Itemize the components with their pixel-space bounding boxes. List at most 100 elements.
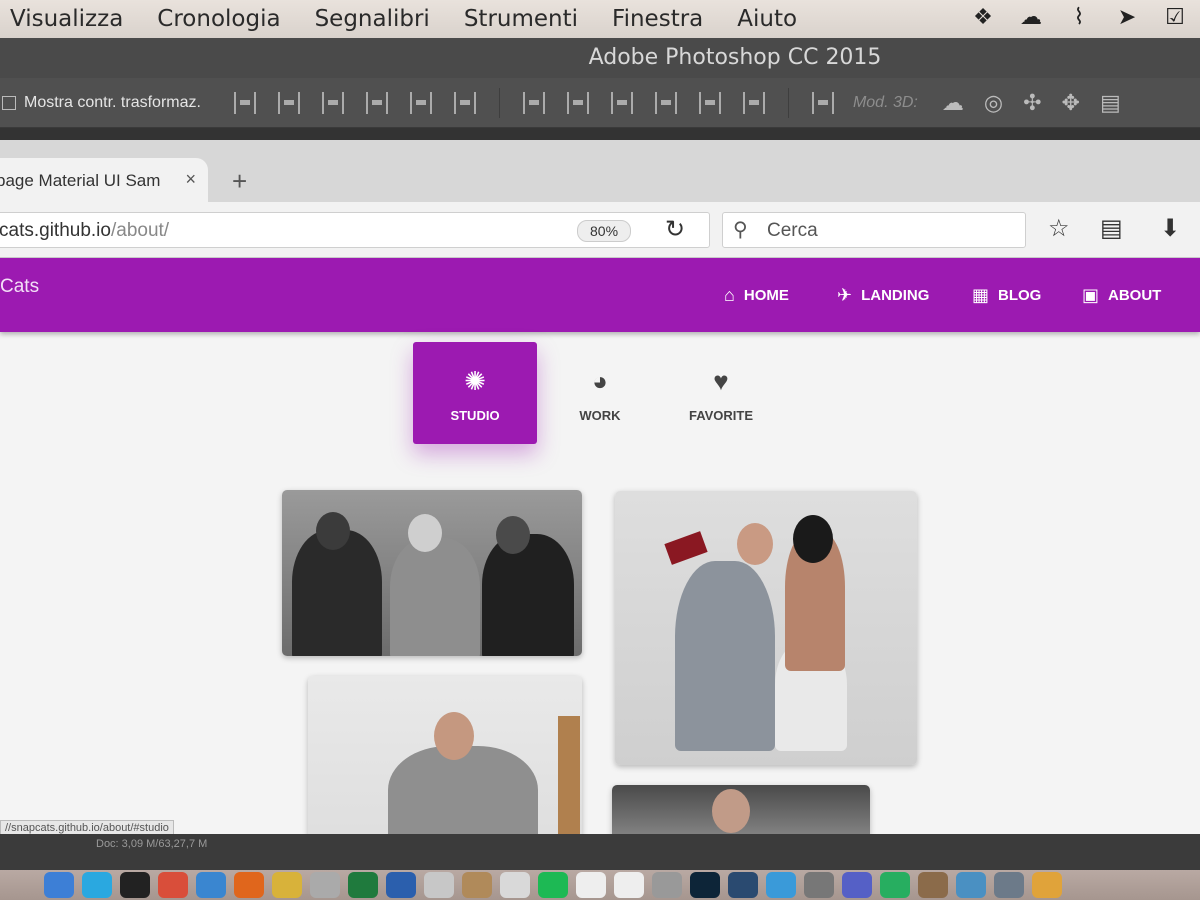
- site-brand[interactable]: Cats: [0, 276, 39, 298]
- browser-tab-bar: page Material UI Sam × +: [0, 140, 1200, 202]
- tab-work-label: WORK: [579, 408, 621, 423]
- download-icon[interactable]: ⬇: [1160, 214, 1180, 243]
- app-icon[interactable]: [652, 872, 682, 898]
- menu-aiuto[interactable]: Aiuto: [737, 6, 797, 32]
- tab-studio[interactable]: ✺ STUDIO: [413, 342, 537, 444]
- cloud-sync-icon[interactable]: ☁: [1016, 4, 1046, 30]
- photo-head: [434, 712, 474, 760]
- app-icon[interactable]: [424, 872, 454, 898]
- slide-3d-icon[interactable]: ✥: [1062, 90, 1080, 116]
- gallery-photo[interactable]: [612, 785, 870, 834]
- dropbox-icon[interactable]: ❖: [968, 4, 998, 30]
- word-icon[interactable]: [386, 872, 416, 898]
- menu-extras: ❖ ☁ ⌇ ➤ ☑: [968, 4, 1190, 30]
- nav-about[interactable]: ▣ ABOUT: [1082, 285, 1161, 306]
- gallery-photo[interactable]: [615, 491, 917, 765]
- firefox-icon[interactable]: [234, 872, 264, 898]
- safari-icon[interactable]: [196, 872, 226, 898]
- terminal-icon[interactable]: [120, 872, 150, 898]
- heart-icon: ♥: [713, 366, 729, 396]
- app-icon[interactable]: [158, 872, 188, 898]
- reading-list-icon[interactable]: ▤: [1100, 214, 1123, 243]
- app-icon[interactable]: [804, 872, 834, 898]
- chrome-icon[interactable]: [272, 872, 302, 898]
- orbit-3d-icon[interactable]: ☁: [942, 90, 964, 116]
- photo-head: [408, 514, 442, 552]
- arrow-app-icon[interactable]: ➤: [1112, 4, 1142, 30]
- align-hcenter-icon[interactable]: [409, 91, 432, 114]
- app-icon[interactable]: [310, 872, 340, 898]
- app-icon[interactable]: [614, 872, 644, 898]
- photo-head: [496, 516, 530, 554]
- nav-home[interactable]: ⌂ HOME: [724, 285, 789, 306]
- distribute-bottom-icon[interactable]: [610, 91, 633, 114]
- app-icon[interactable]: [462, 872, 492, 898]
- reload-icon[interactable]: ↻: [665, 215, 685, 244]
- app-icon[interactable]: [576, 872, 606, 898]
- align-right-icon[interactable]: [453, 91, 476, 114]
- pan-3d-icon[interactable]: ✣: [1023, 90, 1041, 116]
- tab-title: page Material UI Sam: [0, 171, 161, 190]
- transform-controls-label: Mostra contr. trasformaz.: [24, 93, 201, 111]
- finder-icon[interactable]: [44, 872, 74, 898]
- menu-visualizza[interactable]: Visualizza: [10, 6, 123, 32]
- distribute-right-icon[interactable]: [742, 91, 765, 114]
- app-icon[interactable]: [956, 872, 986, 898]
- skype-icon[interactable]: [82, 872, 112, 898]
- address-bar[interactable]: cats.github.io/about/ 80% ↻: [0, 212, 710, 248]
- dashboard-icon: ▦: [972, 285, 990, 305]
- distribute-top-icon[interactable]: [522, 91, 545, 114]
- gallery-photo[interactable]: [282, 490, 582, 656]
- spotify-icon[interactable]: [538, 872, 568, 898]
- palette-icon: ◕: [592, 366, 608, 396]
- roll-3d-icon[interactable]: ◎: [984, 90, 1003, 116]
- close-tab-icon[interactable]: ×: [185, 169, 196, 190]
- macos-dock: [0, 870, 1200, 900]
- calendar-icon[interactable]: [500, 872, 530, 898]
- bookmark-star-icon[interactable]: ☆: [1048, 214, 1070, 243]
- photo-head: [793, 515, 833, 563]
- paperclip-icon[interactable]: ⌇: [1064, 4, 1094, 30]
- app-store-icon[interactable]: [766, 872, 796, 898]
- photoshop-tab-strip: [0, 128, 1200, 140]
- align-bottom-icon[interactable]: [321, 91, 344, 114]
- excel-icon[interactable]: [348, 872, 378, 898]
- app-icon[interactable]: [918, 872, 948, 898]
- distribute-vcenter-icon[interactable]: [566, 91, 589, 114]
- photoshop-status-bar: Doc: 3,09 M/63,27,7 M: [0, 834, 1200, 870]
- url-host: cats.github.io: [0, 220, 111, 241]
- gallery-photo[interactable]: [308, 676, 582, 834]
- browser-tab[interactable]: page Material UI Sam ×: [0, 158, 208, 202]
- flight-land-icon: ✈: [837, 285, 853, 305]
- align-vcenter-icon[interactable]: [277, 91, 300, 114]
- zoom-indicator[interactable]: 80%: [577, 220, 632, 242]
- photoshop-icon[interactable]: [690, 872, 720, 898]
- distribute-left-icon[interactable]: [654, 91, 677, 114]
- distribute-hcenter-icon[interactable]: [698, 91, 721, 114]
- menu-segnalibri[interactable]: Segnalibri: [315, 6, 430, 32]
- tab-work[interactable]: ◕ WORK: [538, 342, 662, 444]
- scale-3d-icon[interactable]: ▤: [1100, 90, 1121, 116]
- align-top-icon[interactable]: [233, 91, 256, 114]
- whatsapp-icon[interactable]: [880, 872, 910, 898]
- photo-head: [316, 512, 350, 550]
- app-icon[interactable]: [1032, 872, 1062, 898]
- menu-finestra[interactable]: Finestra: [612, 6, 703, 32]
- app-icon[interactable]: [842, 872, 872, 898]
- photoshop-options-bar: Mostra contr. trasformaz. Mod. 3D: ☁ ◎ ✣…: [0, 78, 1200, 128]
- app-icon[interactable]: [728, 872, 758, 898]
- nav-blog[interactable]: ▦ BLOG: [972, 285, 1041, 306]
- new-tab-button[interactable]: +: [232, 166, 247, 197]
- auto-align-icon[interactable]: [811, 91, 834, 114]
- transform-controls-checkbox[interactable]: [2, 95, 16, 110]
- nav-landing[interactable]: ✈ LANDING: [837, 285, 929, 306]
- menu-strumenti[interactable]: Strumenti: [464, 6, 578, 32]
- menu-cronologia[interactable]: Cronologia: [157, 6, 280, 32]
- align-left-icon[interactable]: [365, 91, 388, 114]
- checklist-icon[interactable]: ☑: [1160, 4, 1190, 30]
- app-icon[interactable]: [994, 872, 1024, 898]
- photo-figure: [388, 746, 538, 834]
- search-input[interactable]: ⚲ Cerca: [722, 212, 1026, 248]
- tab-favorite[interactable]: ♥ FAVORITE: [659, 342, 783, 444]
- site-app-bar: Cats ⌂ HOME ✈ LANDING ▦ BLOG ▣ ABOUT: [0, 258, 1200, 332]
